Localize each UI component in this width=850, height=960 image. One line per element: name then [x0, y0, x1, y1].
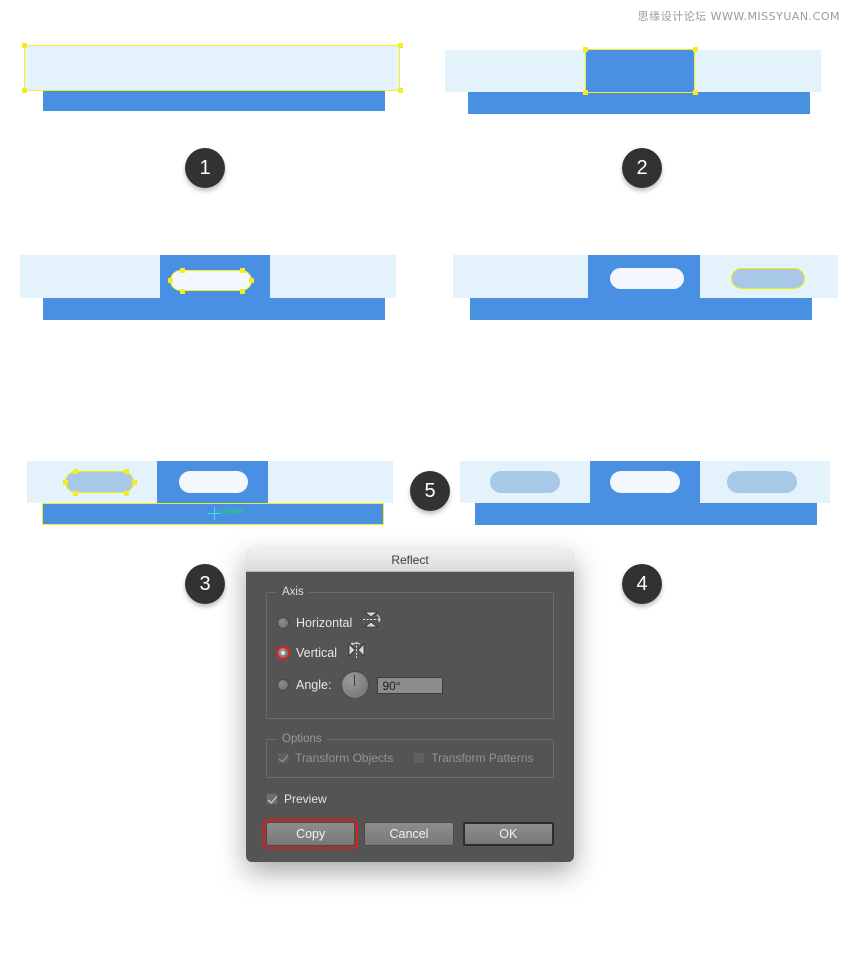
- selection-handle-tl[interactable]: [583, 47, 588, 52]
- step-2-illustration: 2: [425, 0, 850, 210]
- pill-anchor-bl[interactable]: [73, 491, 78, 496]
- selected-rectangle[interactable]: [24, 45, 400, 91]
- axis-group-legend: Axis: [282, 586, 304, 598]
- angle-input[interactable]: 90°: [377, 676, 444, 694]
- blue-base-bar: [470, 298, 812, 320]
- dialog-titlebar: Reflect: [246, 549, 574, 572]
- step-4-illustration: 4: [425, 208, 850, 604]
- selected-notch-rectangle[interactable]: [585, 49, 695, 93]
- step-1-illustration: 1: [0, 0, 425, 210]
- step-5-illustration-before: center: [0, 450, 410, 540]
- axis-option-vertical[interactable]: Vertical: [276, 641, 543, 664]
- knockout-pill: [610, 471, 680, 493]
- checkbox-preview[interactable]: [266, 793, 278, 805]
- step-badge-4: 4: [622, 564, 662, 604]
- angle-dial[interactable]: [341, 671, 370, 699]
- reflected-pill-left: [490, 471, 560, 493]
- preview-row[interactable]: Preview: [266, 792, 554, 806]
- step-2-artboard: [425, 0, 850, 130]
- reflect-horizontal-icon: [362, 611, 382, 634]
- step-3-illustration: 3: [0, 208, 425, 604]
- pill-anchor-br[interactable]: [240, 289, 245, 294]
- axis-group: Axis Horizontal Vertical Angle: 90°: [266, 586, 554, 719]
- label-preview: Preview: [284, 792, 327, 806]
- pill-anchor-right[interactable]: [132, 480, 137, 485]
- pill-anchor-tr[interactable]: [124, 469, 129, 474]
- reflect-vertical-icon: [347, 641, 367, 664]
- dialog-buttons: Copy Cancel OK: [262, 819, 554, 849]
- step-badge-2: 2: [622, 148, 662, 188]
- radio-horizontal[interactable]: [277, 616, 289, 629]
- pill-anchor-tr[interactable]: [240, 268, 245, 273]
- reflect-dialog[interactable]: Reflect Axis Horizontal Vertical Angle: …: [246, 549, 574, 862]
- selection-handle-tl[interactable]: [22, 43, 27, 48]
- reflect-source-pill-selected[interactable]: [65, 471, 134, 493]
- step-3-artboard: [0, 208, 425, 338]
- step-5-illustration-after: [455, 450, 850, 540]
- options-row: Transform Objects Transform Patterns: [277, 751, 543, 765]
- label-transform-patterns: Transform Patterns: [431, 751, 534, 765]
- label-horizontal: Horizontal: [296, 615, 353, 630]
- pill-anchor-left[interactable]: [63, 480, 68, 485]
- checkbox-transform-objects[interactable]: [277, 752, 289, 764]
- blue-base-bar: [468, 92, 810, 114]
- step-badge-5: 5: [410, 471, 450, 511]
- radio-vertical[interactable]: [276, 645, 290, 660]
- knockout-pill: [179, 471, 248, 493]
- pill-anchor-tl[interactable]: [180, 268, 185, 273]
- axis-option-angle[interactable]: Angle: 90°: [277, 671, 543, 699]
- reflected-pill-right: [727, 471, 797, 493]
- copy-button[interactable]: Copy: [262, 819, 359, 849]
- selected-pill-shape[interactable]: [170, 270, 252, 291]
- pill-anchor-br[interactable]: [124, 491, 129, 496]
- selection-handle-br[interactable]: [693, 90, 698, 95]
- step-1-artboard: [0, 0, 425, 130]
- ok-button[interactable]: OK: [462, 822, 554, 846]
- selection-handle-bl[interactable]: [583, 90, 588, 95]
- pill-anchor-tl[interactable]: [73, 469, 78, 474]
- label-vertical: Vertical: [296, 645, 337, 660]
- step-badge-3: 3: [185, 564, 225, 604]
- label-angle: Angle:: [296, 678, 332, 692]
- light-panel-right: [270, 255, 396, 298]
- light-panel-left: [453, 255, 588, 298]
- blue-base-bar: [43, 89, 385, 111]
- knockout-pill: [610, 268, 684, 289]
- blue-base-bar: [43, 298, 385, 320]
- dialog-body: Axis Horizontal Vertical Angle: 90° Opti…: [246, 572, 574, 862]
- step-5-artboard-before: center: [0, 450, 410, 540]
- selection-handle-bl[interactable]: [22, 88, 27, 93]
- light-panel-right: [268, 461, 393, 503]
- selection-handle-tr[interactable]: [693, 47, 698, 52]
- pill-anchor-left[interactable]: [168, 278, 173, 283]
- step-5-artboard-after: [455, 450, 850, 540]
- checkbox-transform-patterns[interactable]: [413, 752, 426, 764]
- label-transform-objects: Transform Objects: [295, 751, 394, 765]
- selection-handle-br[interactable]: [398, 88, 403, 93]
- pill-anchor-right[interactable]: [249, 278, 254, 283]
- blue-base-bar: [475, 503, 817, 525]
- light-panel-left: [20, 255, 160, 298]
- options-group: Options Transform Objects Transform Patt…: [266, 733, 554, 778]
- selection-handle-tr[interactable]: [398, 43, 403, 48]
- step-badge-1: 1: [185, 148, 225, 188]
- snap-center-label: center: [219, 506, 245, 516]
- axis-option-horizontal[interactable]: Horizontal: [277, 611, 543, 634]
- copied-pill-selected[interactable]: [731, 268, 805, 289]
- radio-angle[interactable]: [277, 679, 289, 691]
- options-group-legend: Options: [282, 733, 322, 745]
- cancel-button[interactable]: Cancel: [364, 822, 454, 846]
- step-4-artboard: [425, 208, 850, 338]
- pill-anchor-bl[interactable]: [180, 289, 185, 294]
